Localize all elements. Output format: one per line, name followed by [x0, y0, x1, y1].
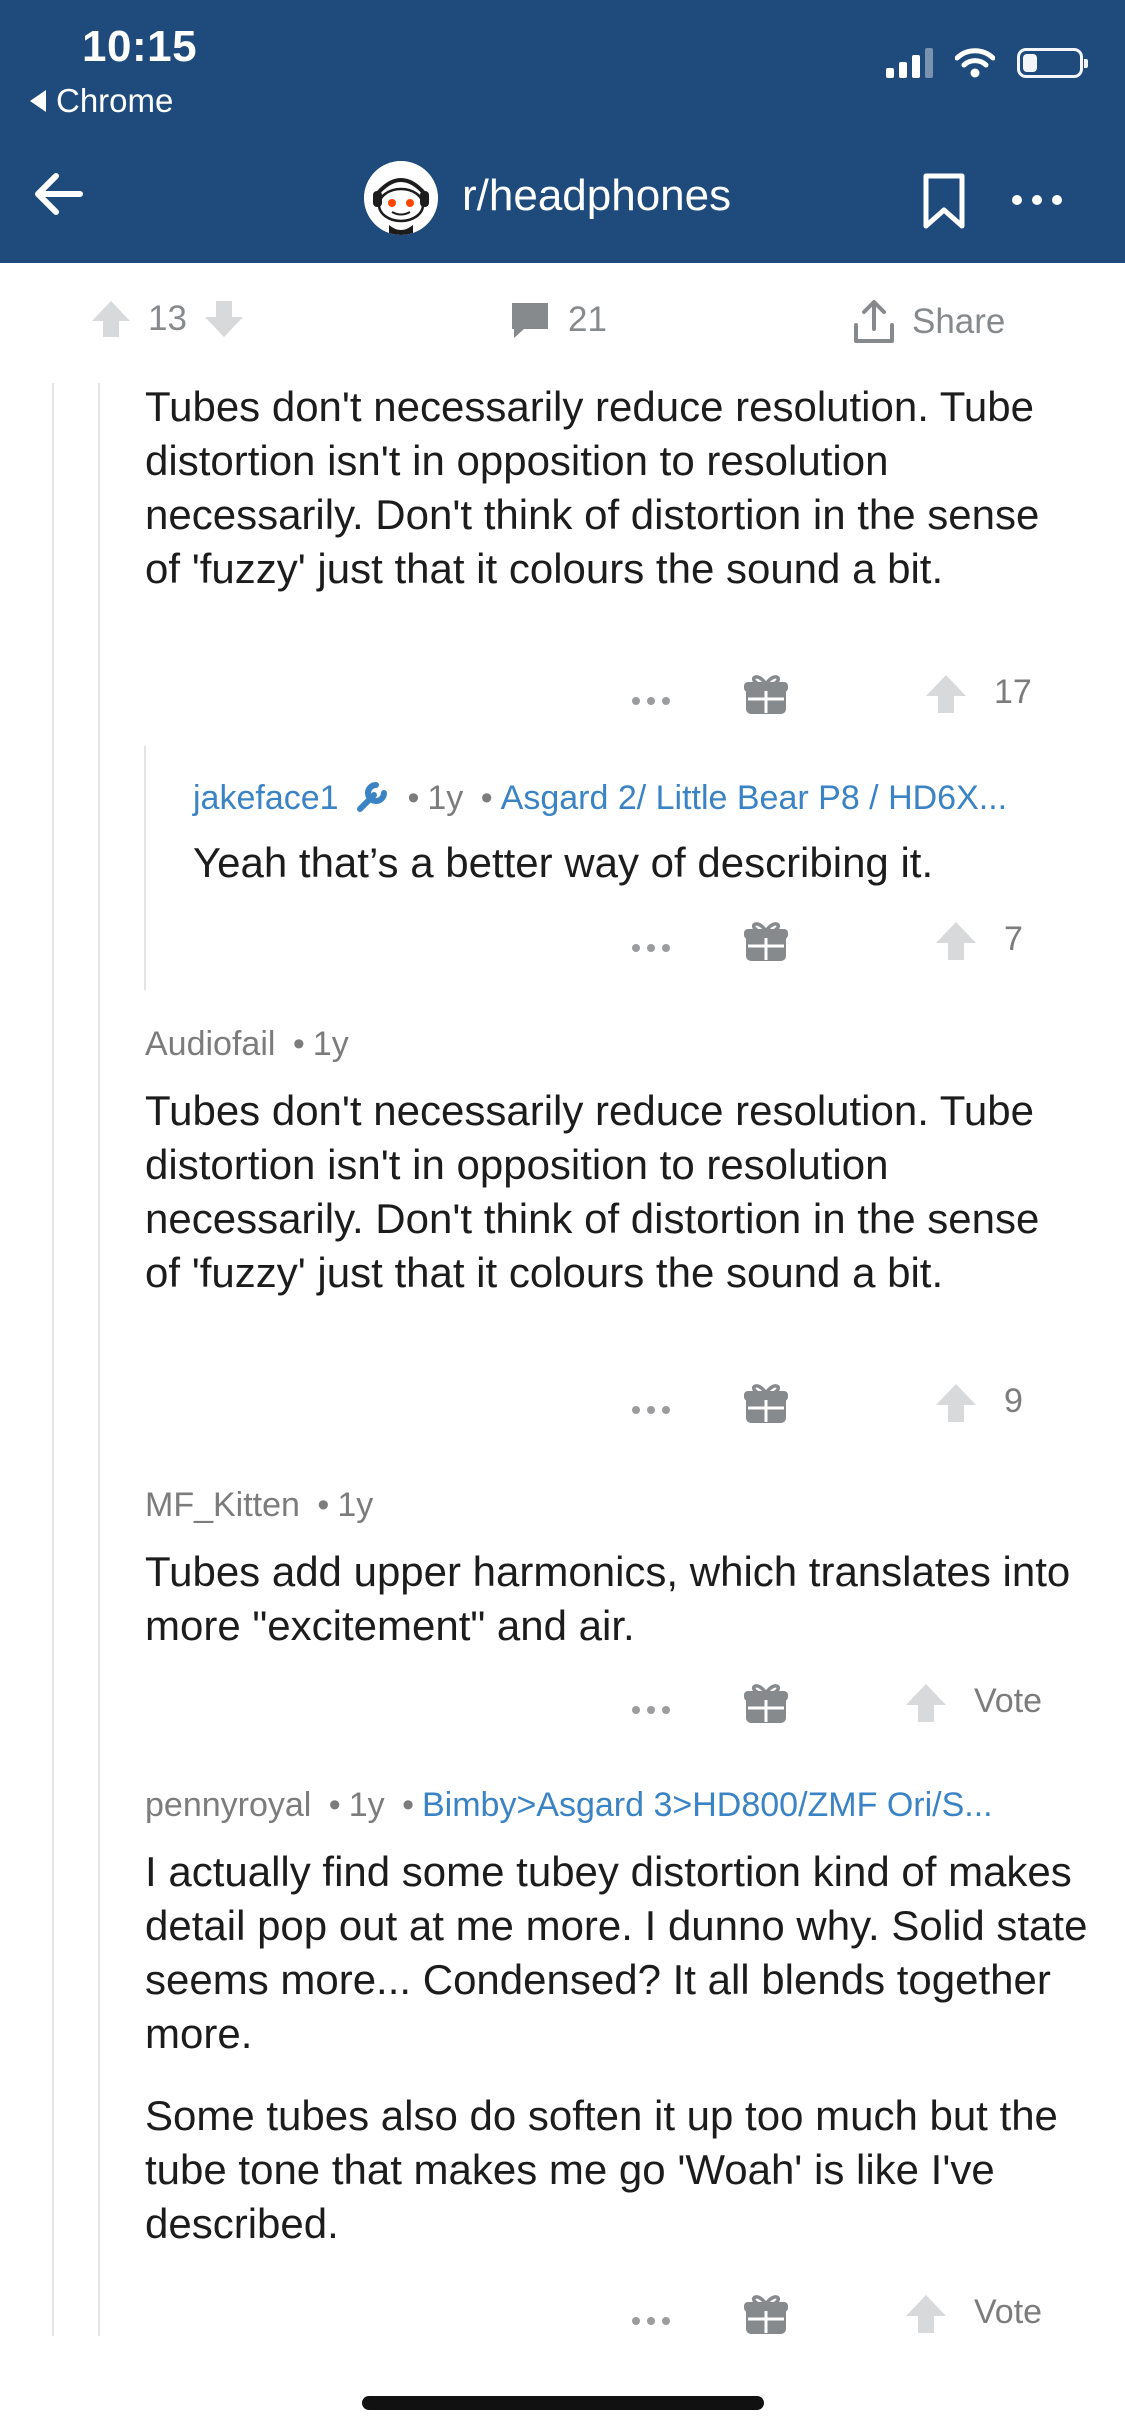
comment-body: Tubes don't necessarily reduce resolutio… [145, 1084, 1075, 1300]
snoo-avatar-icon [364, 161, 438, 235]
home-indicator[interactable] [362, 2396, 764, 2410]
upvote-arrow-icon[interactable] [904, 2293, 948, 2335]
comment-item: MF_Kitten • 1y Tubes add upper harmonics,… [145, 1486, 1075, 1653]
share-icon [854, 300, 894, 343]
comments-button[interactable]: 21 [508, 299, 607, 341]
comment-author[interactable]: MF_Kitten [145, 1486, 300, 1524]
app-header: 10:15 Chrome r/headphones [0, 0, 1125, 263]
comment-paragraph: Yeah that’s a better way of describing i… [193, 839, 934, 886]
comment-age: 1y [337, 1486, 374, 1524]
subreddit-title[interactable]: r/headphones [462, 171, 731, 221]
post-vote-group: 13 [90, 299, 245, 339]
comment-item: jakeface1 • 1y • Asgard 2/ Little Bear P8 … [193, 779, 1083, 890]
comment-actions: 17 [632, 671, 1072, 731]
comment-age: 1y [348, 1786, 385, 1824]
more-options-icon[interactable] [632, 1406, 670, 1414]
upvote-arrow-icon[interactable] [90, 299, 132, 339]
comment-age: 1y [427, 779, 464, 817]
comment-score: 7 [1004, 920, 1023, 958]
back-to-app-link[interactable]: Chrome [30, 82, 173, 120]
comment-body: Yeah that’s a better way of describing i… [193, 836, 1083, 890]
comment-score: 9 [1004, 1382, 1023, 1420]
comment-actions: 9 [632, 1380, 1072, 1440]
downvote-arrow-icon[interactable] [203, 299, 245, 339]
gift-award-icon[interactable] [743, 1380, 789, 1426]
comment-item: pennyroyal • 1y • Bimby>Asgard 3>HD800/ZMF… [145, 1786, 1090, 2251]
more-options-icon[interactable] [632, 1706, 670, 1714]
thread-line-level-1 [98, 383, 100, 2336]
more-options-icon[interactable] [632, 697, 670, 705]
comment-body: Tubes don't necessarily reduce resolutio… [145, 380, 1075, 596]
comment-score[interactable]: Vote [974, 2293, 1042, 2332]
comment-paragraph: Some tubes also do soften it up too much… [145, 2092, 1058, 2247]
comment-actions: Vote [632, 2291, 1072, 2351]
more-options-icon[interactable] [632, 944, 670, 952]
post-action-bar: 13 21 Share [0, 263, 1125, 383]
subreddit-avatar[interactable] [364, 161, 438, 235]
gift-award-icon[interactable] [743, 2291, 789, 2337]
gift-award-icon[interactable] [743, 918, 789, 964]
upvote-arrow-icon[interactable] [924, 673, 968, 715]
comment-paragraph: I actually find some tubey distortion ki… [145, 1848, 1088, 2057]
more-options-icon[interactable] [632, 2317, 670, 2325]
post-score: 13 [148, 299, 187, 338]
thread-line-root [52, 383, 54, 2336]
user-flair: Bimby>Asgard 3>HD800/ZMF Ori/S... [421, 1786, 993, 1824]
comment-count: 21 [568, 300, 607, 339]
comment-author[interactable]: Audiofail [145, 1025, 275, 1063]
wifi-icon [955, 48, 995, 78]
comment-meta: MF_Kitten • 1y [145, 1486, 374, 1524]
comment-score: 17 [994, 673, 1032, 711]
upvote-arrow-icon[interactable] [934, 920, 978, 962]
comment-body: I actually find some tubey distortion ki… [145, 1845, 1090, 2251]
share-label: Share [912, 302, 1006, 341]
comment-paragraph: Tubes don't necessarily reduce resolutio… [145, 1087, 1040, 1296]
thread-line-level-2 [144, 746, 146, 990]
comment-actions: 7 [632, 918, 1072, 978]
comment-score[interactable]: Vote [974, 1682, 1042, 1721]
comment-body: Tubes add upper harmonics, which transla… [145, 1545, 1075, 1653]
back-triangle-icon [30, 90, 46, 112]
gift-award-icon[interactable] [743, 1680, 789, 1726]
upvote-arrow-icon[interactable] [934, 1382, 978, 1424]
bookmark-icon[interactable] [920, 172, 968, 230]
comment-paragraph: Tubes add upper harmonics, which transla… [145, 1548, 1071, 1649]
status-time: 10:15 [82, 22, 198, 71]
battery-icon [1017, 48, 1088, 78]
comment-bubble-icon [512, 303, 548, 338]
comment-meta: Audiofail • 1y [145, 1025, 349, 1063]
upvote-arrow-icon[interactable] [904, 1682, 948, 1724]
comment-item: Tubes don't necessarily reduce resolutio… [145, 380, 1075, 596]
cellular-signal-icon [886, 48, 933, 78]
gift-award-icon[interactable] [743, 671, 789, 717]
user-flair: Asgard 2/ Little Bear P8 / HD6X... [500, 779, 1008, 817]
back-arrow-icon[interactable] [30, 166, 86, 222]
comment-age: 1y [312, 1025, 349, 1063]
more-icon[interactable] [1012, 180, 1072, 220]
back-app-label: Chrome [56, 82, 174, 119]
comment-actions: Vote [632, 1680, 1072, 1740]
share-button[interactable]: Share [852, 299, 1005, 345]
comment-item: Audiofail • 1y Tubes don't necessarily re… [145, 1025, 1075, 1300]
comment-author[interactable]: pennyroyal [145, 1786, 311, 1824]
comment-meta: jakeface1 • 1y • Asgard 2/ Little Bear P8 … [193, 779, 1008, 817]
wrench-icon [357, 782, 387, 812]
comment-paragraph: Tubes don't necessarily reduce resolutio… [145, 383, 1040, 592]
status-icons [886, 48, 1088, 78]
comment-meta: pennyroyal • 1y • Bimby>Asgard 3>HD800/ZMF… [145, 1786, 993, 1824]
comment-author[interactable]: jakeface1 [193, 779, 339, 817]
